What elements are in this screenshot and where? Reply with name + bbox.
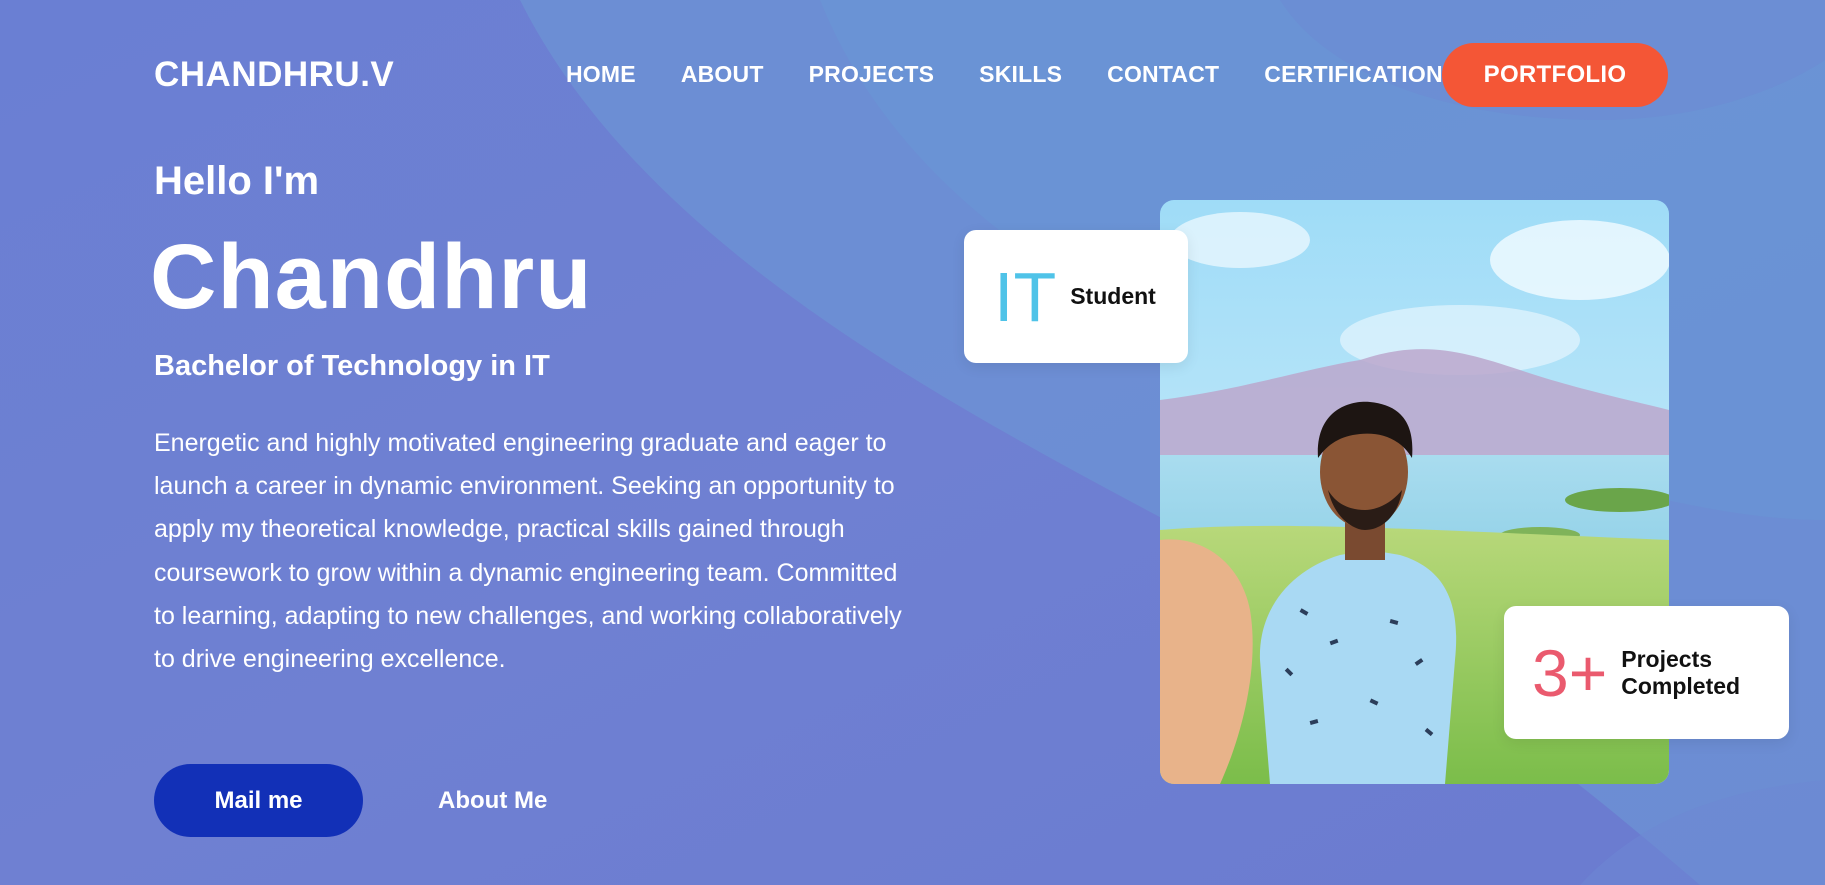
nav-contact[interactable]: CONTACT (1107, 56, 1219, 92)
main-nav: HOME ABOUT PROJECTS SKILLS CONTACT CERTI… (566, 56, 1503, 92)
mail-me-button[interactable]: Mail me (154, 764, 363, 837)
hero-name: Chandhru (150, 226, 593, 328)
nav-certifications[interactable]: CERTIFICATIONS (1264, 56, 1458, 92)
projects-completed-card: 3+ Projects Completed (1504, 606, 1789, 739)
it-student-card: IT Student (964, 230, 1188, 363)
projects-label: Projects Completed (1621, 645, 1741, 699)
hero-greeting: Hello I'm (154, 159, 320, 203)
portfolio-button[interactable]: PORTFOLIO (1442, 43, 1668, 107)
projects-count: 3+ (1532, 635, 1608, 710)
nav-about[interactable]: ABOUT (681, 56, 764, 92)
it-label: IT (994, 257, 1057, 336)
student-label: Student (1070, 283, 1156, 309)
nav-skills[interactable]: SKILLS (979, 56, 1062, 92)
hero-bio: Energetic and highly motivated engineeri… (154, 429, 902, 674)
site-logo[interactable]: CHANDHRU.V (154, 52, 394, 97)
about-me-button[interactable]: About Me (438, 782, 547, 820)
nav-home[interactable]: HOME (566, 56, 636, 92)
nav-projects[interactable]: PROJECTS (809, 56, 935, 92)
hero-degree: Bachelor of Technology in IT (154, 350, 550, 382)
